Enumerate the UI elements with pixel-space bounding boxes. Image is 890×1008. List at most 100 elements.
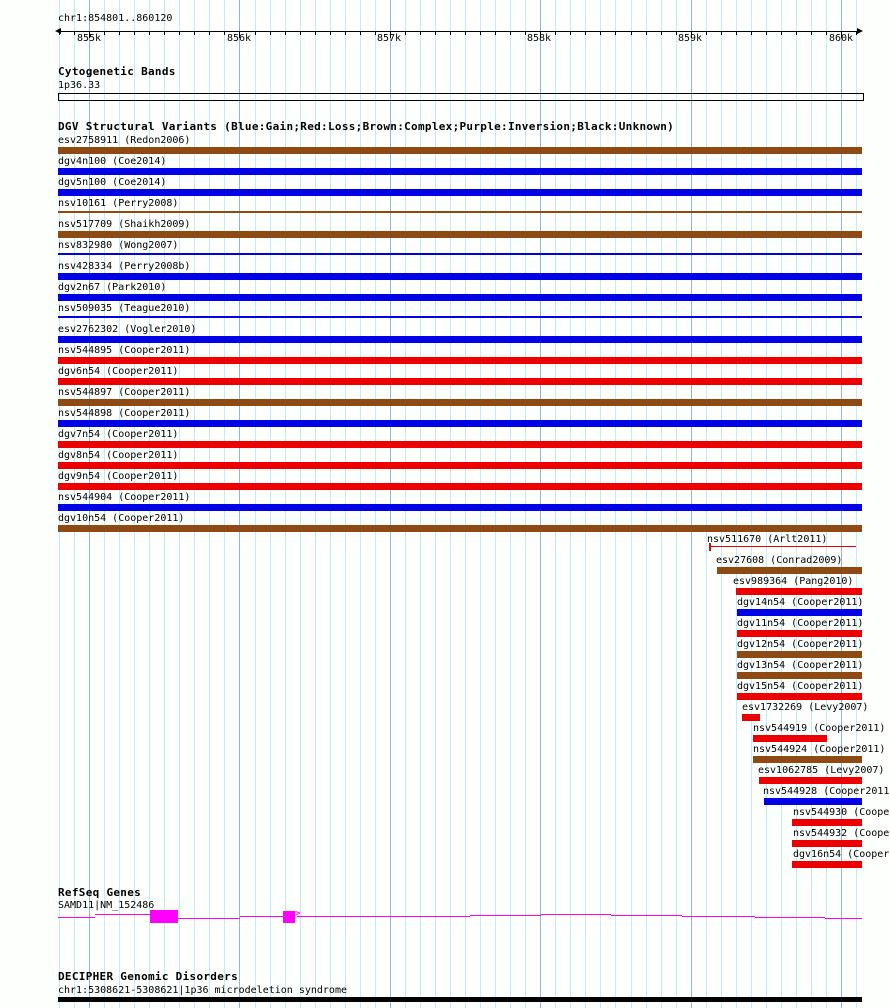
variant-label[interactable]: dgv12n54 (Cooper2011) — [737, 639, 863, 650]
variant-bar[interactable] — [58, 483, 862, 490]
variant-label[interactable]: esv2762302 (Vogler2010) — [58, 324, 196, 335]
variant-bar[interactable] — [58, 420, 862, 427]
variant-label[interactable]: nsv544928 (Cooper2011) — [763, 786, 890, 797]
gene-intron-line — [95, 914, 150, 915]
gene-intron-line — [240, 916, 283, 917]
variant-start-tick[interactable] — [709, 543, 711, 551]
variant-label[interactable]: esv2758911 (Redon2006) — [58, 135, 190, 146]
ruler-tick — [450, 31, 452, 35]
variant-bar[interactable] — [58, 316, 862, 318]
variant-label[interactable]: nsv428334 (Perry2008b) — [58, 261, 190, 272]
variant-label[interactable]: dgv4n100 (Coe2014) — [58, 156, 166, 167]
variant-bar[interactable] — [753, 756, 862, 763]
variant-label[interactable]: nsv544895 (Cooper2011) — [58, 345, 190, 356]
decipher-heading: DECIPHER Genomic Disorders — [58, 970, 238, 983]
variant-bar[interactable] — [58, 504, 862, 511]
variant-label[interactable]: nsv544924 (Cooper2011) — [753, 744, 885, 755]
variant-bar[interactable] — [58, 231, 862, 238]
variant-label[interactable]: dgv7n54 (Cooper2011) — [58, 429, 178, 440]
variant-label[interactable]: nsv509035 (Teague2010) — [58, 303, 190, 314]
genome-browser-view: chr1:854801..860120 855k 856k 857k 858k 859k… — [0, 0, 890, 1008]
ruler-tick — [314, 31, 316, 35]
variant-bar[interactable] — [759, 777, 862, 784]
ruler-tick — [735, 31, 737, 35]
ruler-tick — [660, 31, 662, 35]
variant-label[interactable]: nsv544919 (Cooper2011) — [753, 723, 885, 734]
variant-label[interactable]: nsv544898 (Cooper2011) — [58, 408, 190, 419]
ruler-tick — [435, 31, 436, 35]
variant-bar[interactable] — [737, 672, 862, 679]
variant-label[interactable]: dgv14n54 (Cooper2011) — [737, 597, 863, 608]
ruler-tick — [811, 31, 812, 35]
variant-bar[interactable] — [737, 630, 862, 637]
variant-bar[interactable] — [58, 273, 862, 280]
gene-exon[interactable] — [150, 910, 178, 923]
variant-label[interactable]: dgv10n54 (Cooper2011) — [58, 513, 184, 524]
variant-label[interactable]: nsv10161 (Perry2008) — [58, 198, 178, 209]
variant-label[interactable]: nsv511670 (Arlt2011) — [707, 534, 827, 545]
variant-bar[interactable] — [58, 399, 862, 406]
variant-bar[interactable] — [737, 609, 862, 616]
variant-bar[interactable] — [58, 253, 862, 255]
variant-label[interactable]: dgv2n67 (Park2010) — [58, 282, 166, 293]
variant-bar[interactable] — [764, 798, 862, 805]
variant-bar[interactable] — [737, 651, 862, 658]
ruler-tick — [570, 31, 572, 35]
disorder-label: chr1:5308621-5308621|1p36 microdeletion … — [58, 985, 347, 996]
variant-label[interactable]: esv989364 (Pang2010) — [733, 576, 853, 587]
variant-bar[interactable] — [58, 462, 862, 469]
variant-label[interactable]: esv1732269 (Levy2007) — [742, 702, 868, 713]
cytoband-label: 1p36.33 — [58, 80, 101, 91]
variant-bar[interactable] — [58, 336, 862, 343]
variant-bar[interactable] — [58, 189, 862, 196]
variant-bar[interactable] — [58, 294, 862, 301]
variant-bar[interactable] — [58, 357, 862, 364]
ruler-tick-label: 860k — [828, 33, 854, 44]
ruler-tick — [149, 31, 151, 35]
variant-bar[interactable] — [58, 378, 862, 385]
variant-bar[interactable] — [792, 861, 862, 868]
variant-bar[interactable] — [792, 840, 862, 847]
ruler-tick — [179, 31, 181, 35]
variant-label[interactable]: dgv9n54 (Cooper2011) — [58, 471, 178, 482]
variant-label[interactable]: nsv517709 (Shaikh2009) — [58, 219, 190, 230]
gene-exon[interactable] — [283, 911, 295, 923]
variant-label[interactable]: nsv832980 (Wong2007) — [58, 240, 178, 251]
variant-label[interactable]: nsv544932 (Cooper2011) — [793, 828, 890, 839]
cytobands-heading: Cytogenetic Bands — [58, 65, 176, 78]
variant-bar[interactable] — [709, 546, 856, 547]
variant-label[interactable]: dgv16n54 (Cooper2011) — [793, 849, 890, 860]
variant-label[interactable]: nsv544930 (Cooper2011) — [793, 807, 890, 818]
ruler-tick — [164, 31, 166, 35]
variant-bar[interactable] — [58, 168, 862, 175]
ruler-tick-label: 856k — [226, 33, 252, 44]
variant-label[interactable]: esv27608 (Conrad2009) — [716, 555, 842, 566]
variant-label[interactable]: esv1062785 (Levy2007) — [758, 765, 884, 776]
variant-label[interactable]: nsv544897 (Cooper2011) — [58, 387, 190, 398]
variant-label[interactable]: dgv11n54 (Cooper2011) — [737, 618, 863, 629]
disorder-bar[interactable] — [58, 997, 862, 1002]
variant-label[interactable]: dgv6n54 (Cooper2011) — [58, 366, 178, 377]
ruler-tick-label: 859k — [677, 33, 703, 44]
ruler-tick — [134, 31, 136, 35]
variant-bar[interactable] — [742, 714, 760, 721]
variant-label[interactable]: dgv8n54 (Cooper2011) — [58, 450, 178, 461]
ruler-tick — [600, 31, 602, 35]
variant-bar[interactable] — [717, 567, 862, 574]
variant-bar[interactable] — [58, 211, 862, 213]
variant-bar[interactable] — [736, 588, 862, 595]
variant-label[interactable]: dgv13n54 (Cooper2011) — [737, 660, 863, 671]
ruler-tick — [329, 31, 331, 35]
variant-bar[interactable] — [58, 147, 862, 154]
variant-bar[interactable] — [753, 735, 827, 742]
variant-label[interactable]: dgv15n54 (Cooper2011) — [737, 681, 863, 692]
refseq-heading: RefSeq Genes — [58, 886, 142, 899]
variant-bar[interactable] — [792, 819, 862, 826]
ruler-tick — [359, 31, 361, 35]
variant-bar[interactable] — [737, 693, 862, 700]
variant-bar[interactable] — [58, 525, 862, 532]
ruler-tick-label: 858k — [526, 33, 552, 44]
variant-label[interactable]: nsv544904 (Cooper2011) — [58, 492, 190, 503]
variant-label[interactable]: dgv5n100 (Coe2014) — [58, 177, 166, 188]
variant-bar[interactable] — [58, 441, 862, 448]
